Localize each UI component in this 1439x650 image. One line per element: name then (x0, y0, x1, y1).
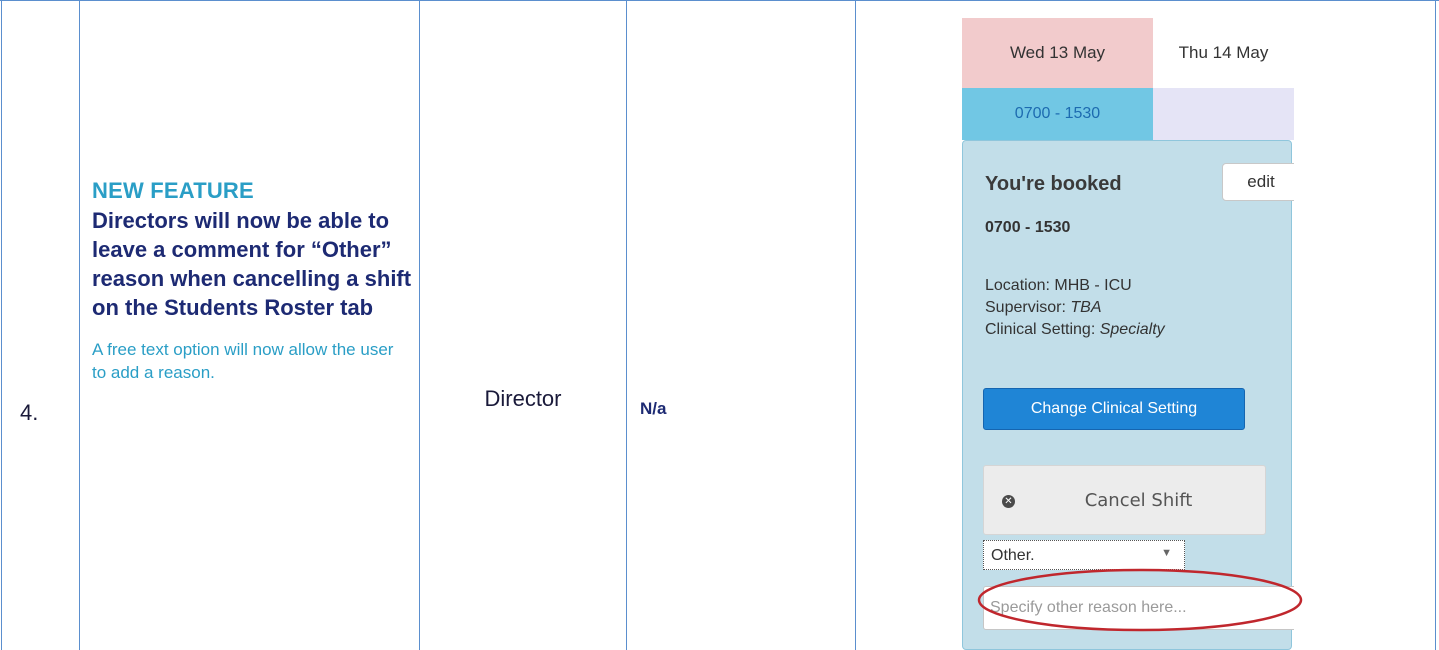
supervisor-value: TBA (1070, 299, 1102, 316)
shift-time: 0700 - 1530 (985, 219, 1071, 236)
supervisor-label: Supervisor: (985, 299, 1066, 316)
shift-details: Location: MHB - ICU Supervisor: TBA Clin… (985, 275, 1165, 341)
roster-screenshot: Wed 13 May Thu 14 May 0700 - 1530 You're… (962, 18, 1294, 650)
feature-title: Directors will now be able to leave a co… (92, 208, 412, 320)
notes-cell: N/a (640, 399, 667, 418)
popover-title: You're booked (985, 173, 1122, 195)
column-divider-4 (855, 0, 856, 650)
edit-button[interactable]: edit (1222, 163, 1294, 201)
feature-detail: A free text option will now allow the us… (92, 340, 394, 382)
table-border-right (1435, 0, 1436, 650)
cancel-reason-value: Other. (991, 547, 1035, 564)
clinical-setting-value: Specialty (1099, 321, 1165, 338)
booked-shift-slot[interactable]: 0700 - 1530 (962, 88, 1153, 140)
location-label: Location: (985, 277, 1050, 294)
row-number: 4. (20, 400, 39, 425)
shift-popover: You're booked edit 0700 - 1530 Location:… (962, 140, 1294, 650)
other-reason-input[interactable]: Specify other reason here... (983, 586, 1294, 630)
day-header-thu: Thu 14 May (1153, 18, 1294, 88)
change-clinical-setting-button[interactable]: Change Clinical Setting (983, 388, 1245, 430)
cancel-reason-select[interactable]: Other. ▼ (983, 540, 1185, 570)
caret-down-icon: ▼ (1161, 547, 1172, 559)
cancel-shift-label: Cancel Shift (1084, 490, 1193, 511)
other-reason-placeholder: Specify other reason here... (990, 599, 1187, 616)
column-divider-1 (79, 0, 80, 650)
feature-tag: NEW FEATURE (92, 178, 254, 203)
cancel-shift-button[interactable]: ✕ Cancel Shift (983, 465, 1266, 535)
empty-shift-slot[interactable] (1153, 88, 1294, 140)
column-divider-3 (626, 0, 627, 650)
column-divider-2 (419, 0, 420, 650)
table-top-border (0, 0, 1439, 1)
feature-description-cell: NEW FEATURE Directors will now be able t… (92, 178, 412, 384)
location-line: Location: MHB - ICU (985, 275, 1165, 297)
table-border-left (1, 0, 2, 650)
clinical-setting-line: Clinical Setting: Specialty (985, 319, 1165, 341)
role-cell: Director (484, 386, 562, 411)
day-header-wed: Wed 13 May (962, 18, 1153, 88)
clinical-setting-label: Clinical Setting: (985, 321, 1096, 338)
location-value: MHB - ICU (1054, 277, 1132, 294)
supervisor-line: Supervisor: TBA (985, 297, 1165, 319)
